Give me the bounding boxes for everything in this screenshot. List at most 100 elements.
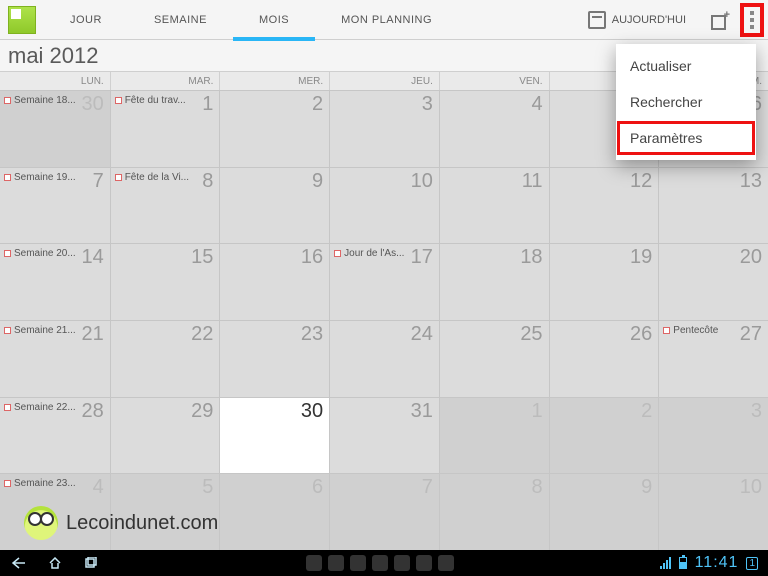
today-icon xyxy=(588,11,606,29)
day-number: 8 xyxy=(531,476,542,499)
tray-app-icon[interactable] xyxy=(328,555,344,571)
calendar-cell[interactable]: 7 xyxy=(329,473,439,550)
event-color-chip xyxy=(4,327,11,334)
calendar-cell[interactable]: 18 xyxy=(439,243,549,320)
event-label: Pentecôte xyxy=(673,325,718,336)
calendar-cell[interactable]: 30 xyxy=(219,397,329,474)
day-number: 30 xyxy=(301,400,323,423)
tray-app-icon[interactable] xyxy=(372,555,388,571)
tray-app-icon[interactable] xyxy=(350,555,366,571)
notification-count-icon[interactable]: 1 xyxy=(746,557,758,570)
new-event-button[interactable] xyxy=(698,0,740,40)
tab-agenda[interactable]: MON PLANNING xyxy=(315,0,458,40)
calendar-cell[interactable]: 10 xyxy=(329,167,439,244)
calendar-app: JOUR SEMAINE MOIS MON PLANNING AUJOURD'H… xyxy=(0,0,768,576)
calendar-cell[interactable]: 29 xyxy=(110,397,220,474)
nav-recent-icon[interactable] xyxy=(82,556,100,570)
tab-week[interactable]: SEMAINE xyxy=(128,0,233,40)
nav-back-icon[interactable] xyxy=(10,556,28,570)
calendar-cell[interactable]: 24 xyxy=(329,320,439,397)
tray-app-icon[interactable] xyxy=(438,555,454,571)
weekday: LUN. xyxy=(0,72,110,90)
calendar-cell[interactable]: 23 xyxy=(219,320,329,397)
event-chip[interactable]: Fête du trav... xyxy=(115,95,216,106)
calendar-cell[interactable]: 3 xyxy=(329,90,439,167)
day-number: 19 xyxy=(630,246,652,269)
day-number: 26 xyxy=(630,323,652,346)
calendar-cell[interactable]: 13 xyxy=(658,167,768,244)
month-title: mai 2012 xyxy=(8,43,99,69)
day-number: 11 xyxy=(522,170,543,193)
calendar-cell[interactable]: 9 xyxy=(219,167,329,244)
calendar-cell[interactable]: 8 Fête de la Vi... xyxy=(110,167,220,244)
event-chip[interactable]: Semaine 19... xyxy=(4,172,106,183)
day-number: 30 xyxy=(81,93,103,116)
event-chip[interactable]: Semaine 23... xyxy=(4,478,106,489)
today-button[interactable]: AUJOURD'HUI xyxy=(576,0,698,40)
tab-month[interactable]: MOIS xyxy=(233,0,315,40)
day-number: 5 xyxy=(202,476,213,499)
day-number: 3 xyxy=(751,400,762,423)
day-number: 23 xyxy=(301,323,323,346)
event-chip[interactable]: Fête de la Vi... xyxy=(115,172,216,183)
nav-home-icon[interactable] xyxy=(46,556,64,570)
tab-day[interactable]: JOUR xyxy=(44,0,128,40)
calendar-cell[interactable]: 27Pentecôte xyxy=(658,320,768,397)
calendar-cell[interactable]: 9 xyxy=(549,473,659,550)
weekday: MAR. xyxy=(110,72,220,90)
calendar-cell[interactable]: 14Semaine 20... xyxy=(0,243,110,320)
day-number: 4 xyxy=(93,476,104,499)
overflow-button[interactable] xyxy=(740,3,764,37)
calendar-cell[interactable]: 31 xyxy=(329,397,439,474)
calendar-cell[interactable]: 25 xyxy=(439,320,549,397)
calendar-cell[interactable]: 2 xyxy=(549,397,659,474)
tray-app-icon[interactable] xyxy=(306,555,322,571)
calendar-cell[interactable]: 11 xyxy=(439,167,549,244)
calendar-cell[interactable]: 21Semaine 21... xyxy=(0,320,110,397)
day-number: 17 xyxy=(411,246,433,269)
weekday: JEU. xyxy=(329,72,439,90)
day-number: 13 xyxy=(740,170,762,193)
calendar-cell[interactable]: 22 xyxy=(110,320,220,397)
calendar-cell[interactable]: 3 xyxy=(658,397,768,474)
weekday: MER. xyxy=(219,72,329,90)
calendar-cell[interactable]: 4 xyxy=(439,90,549,167)
calendar-cell[interactable]: 19 xyxy=(549,243,659,320)
tray-app-icon[interactable] xyxy=(394,555,410,571)
event-label: Fête de la Vi... xyxy=(125,172,189,183)
calendar-cell[interactable]: 8 xyxy=(439,473,549,550)
day-number: 9 xyxy=(641,476,652,499)
tray-app-icon[interactable] xyxy=(416,555,432,571)
menu-search[interactable]: Rechercher xyxy=(616,84,756,120)
menu-refresh[interactable]: Actualiser xyxy=(616,48,756,84)
calendar-cell[interactable]: 26 xyxy=(549,320,659,397)
calendar-cell[interactable]: 17Jour de l'As... xyxy=(329,243,439,320)
event-label: Semaine 23... xyxy=(14,478,76,489)
day-number: 21 xyxy=(81,323,103,346)
day-number: 9 xyxy=(312,170,323,193)
calendar-cell[interactable]: 1Fête du trav... xyxy=(110,90,220,167)
calendar-cell[interactable]: 28Semaine 22... xyxy=(0,397,110,474)
event-label: Semaine 20... xyxy=(14,248,76,259)
event-color-chip xyxy=(4,404,11,411)
event-color-chip xyxy=(115,97,122,104)
calendar-cell[interactable]: 1 xyxy=(439,397,549,474)
menu-settings[interactable]: Paramètres xyxy=(616,120,756,156)
event-color-chip xyxy=(4,250,11,257)
day-number: 4 xyxy=(531,93,542,116)
calendar-cell[interactable]: 6 xyxy=(219,473,329,550)
calendar-cell[interactable]: 7Semaine 19... xyxy=(0,167,110,244)
calendar-cell[interactable]: 2 xyxy=(219,90,329,167)
calendar-cell[interactable]: 20 xyxy=(658,243,768,320)
day-number: 7 xyxy=(422,476,433,499)
battery-icon xyxy=(679,557,687,569)
calendar-cell[interactable]: 30Semaine 18... xyxy=(0,90,110,167)
event-color-chip xyxy=(115,174,122,181)
calendar-app-icon[interactable] xyxy=(8,6,36,34)
calendar-cell[interactable]: 12 xyxy=(549,167,659,244)
calendar-cell[interactable]: 10 xyxy=(658,473,768,550)
calendar-cell[interactable]: 15 xyxy=(110,243,220,320)
day-number: 8 xyxy=(202,170,213,193)
day-number: 16 xyxy=(301,246,323,269)
calendar-cell[interactable]: 16 xyxy=(219,243,329,320)
